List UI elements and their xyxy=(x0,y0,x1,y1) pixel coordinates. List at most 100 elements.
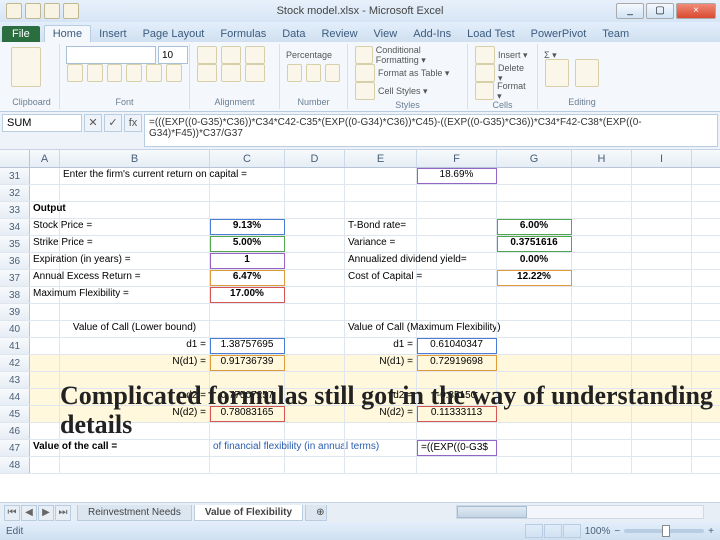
tab-powerpivot[interactable]: PowerPivot xyxy=(523,26,595,42)
col-H[interactable]: H xyxy=(572,150,632,167)
cond-fmt-icon[interactable] xyxy=(355,46,373,64)
redo-icon[interactable] xyxy=(63,3,79,19)
grid[interactable]: 31Enter the firm's current return on cap… xyxy=(0,168,720,474)
delete-cells-icon[interactable] xyxy=(475,64,495,82)
font-name-input[interactable] xyxy=(66,46,156,64)
page-layout-view-button[interactable] xyxy=(544,524,562,538)
tab-data[interactable]: Data xyxy=(274,26,313,42)
horizontal-scrollbar[interactable] xyxy=(440,502,720,522)
cell-A35[interactable]: Strike Price = xyxy=(30,236,60,252)
cell-G36[interactable]: 0.00% xyxy=(497,253,572,269)
row-32[interactable]: 32 xyxy=(0,185,30,201)
cancel-formula-button[interactable]: ✕ xyxy=(84,114,102,132)
cell-C37[interactable]: 6.47% xyxy=(210,270,285,286)
name-box[interactable] xyxy=(2,114,82,132)
cell-E34[interactable]: T-Bond rate= xyxy=(345,219,417,235)
row-41[interactable]: 41 xyxy=(0,338,30,354)
cell-styles-icon[interactable] xyxy=(355,82,375,100)
cell-A33[interactable]: Output xyxy=(30,202,60,218)
zoom-in-button[interactable]: + xyxy=(708,526,714,537)
col-F[interactable]: F xyxy=(417,150,497,167)
row-43[interactable]: 43 xyxy=(0,372,30,388)
cell-C44[interactable]: 0.77507257 xyxy=(210,389,285,405)
tab-view[interactable]: View xyxy=(366,26,406,42)
save-icon[interactable] xyxy=(25,3,41,19)
align-top-icon[interactable] xyxy=(197,46,217,64)
minimize-button[interactable]: _ xyxy=(616,3,644,19)
row-46[interactable]: 46 xyxy=(0,423,30,439)
sheet-prev-button[interactable]: ◀ xyxy=(21,505,37,521)
fill-color-button[interactable] xyxy=(146,64,162,82)
col-B[interactable]: B xyxy=(60,150,210,167)
cell-C47[interactable]: of financial flexibility (in annual term… xyxy=(210,440,285,456)
border-button[interactable] xyxy=(126,64,142,82)
row-48[interactable]: 48 xyxy=(0,457,30,473)
cell-A37[interactable]: Annual Excess Return = xyxy=(30,270,60,286)
cell-E45[interactable]: N(d2) = xyxy=(345,406,417,422)
enter-formula-button[interactable]: ✓ xyxy=(104,114,122,132)
fx-button[interactable]: fx xyxy=(124,114,142,132)
currency-icon[interactable] xyxy=(287,64,302,82)
cell-F45[interactable]: 0.11333113 xyxy=(417,406,497,422)
cell-G35[interactable]: 0.3751616 xyxy=(497,236,572,252)
row-42[interactable]: 42 xyxy=(0,355,30,371)
undo-icon[interactable] xyxy=(44,3,60,19)
cell-G37[interactable]: 12.22% xyxy=(497,270,572,286)
fmt-table-button[interactable]: Format as Table ▾ xyxy=(378,68,449,79)
col-D[interactable]: D xyxy=(285,150,345,167)
tab-load-test[interactable]: Load Test xyxy=(459,26,523,42)
normal-view-button[interactable] xyxy=(525,524,543,538)
insert-cells-button[interactable]: Insert ▾ xyxy=(498,50,528,61)
col-G[interactable]: G xyxy=(497,150,572,167)
cell-E37[interactable]: Cost of Capital = xyxy=(345,270,417,286)
cell-B40[interactable]: Value of Call (Lower bound) xyxy=(60,321,210,337)
cell-F47[interactable]: =((EXP((0-G3$ xyxy=(417,440,497,456)
format-cells-button[interactable]: Format ▾ xyxy=(497,81,531,102)
row-47[interactable]: 47 xyxy=(0,440,30,456)
row-34[interactable]: 34 xyxy=(0,219,30,235)
find-select-button[interactable] xyxy=(575,59,599,87)
cell-A36[interactable]: Expiration (in years) = xyxy=(30,253,60,269)
fmt-table-icon[interactable] xyxy=(355,64,375,82)
maximize-button[interactable]: ▢ xyxy=(646,3,674,19)
row-44[interactable]: 44 xyxy=(0,389,30,405)
cell-E40[interactable]: Value of Call (Maximum Flexibility) xyxy=(345,321,417,337)
cell-C42[interactable]: 0.91736739 xyxy=(210,355,285,371)
align-bottom-icon[interactable] xyxy=(245,46,265,64)
col-I[interactable]: I xyxy=(632,150,692,167)
cell-E35[interactable]: Variance = xyxy=(345,236,417,252)
tab-insert[interactable]: Insert xyxy=(91,26,135,42)
sheet-first-button[interactable]: ⏮ xyxy=(4,505,20,521)
percent-icon[interactable] xyxy=(306,64,321,82)
italic-button[interactable] xyxy=(87,64,103,82)
format-cells-icon[interactable] xyxy=(475,82,494,100)
tab-formulas[interactable]: Formulas xyxy=(212,26,274,42)
comma-icon[interactable] xyxy=(325,64,340,82)
row-33[interactable]: 33 xyxy=(0,202,30,218)
sheet-last-button[interactable]: ⏭ xyxy=(55,505,71,521)
zoom-slider[interactable] xyxy=(624,529,704,533)
cell-B42[interactable]: N(d1) = xyxy=(60,355,210,371)
row-36[interactable]: 36 xyxy=(0,253,30,269)
sort-filter-button[interactable] xyxy=(545,59,569,87)
cell-styles-button[interactable]: Cell Styles ▾ xyxy=(378,86,428,97)
bold-button[interactable] xyxy=(67,64,83,82)
tab-page-layout[interactable]: Page Layout xyxy=(135,26,213,42)
tab-addins[interactable]: Add-Ins xyxy=(405,26,459,42)
cell-B45[interactable]: N(d2) = xyxy=(60,406,210,422)
row-38[interactable]: 38 xyxy=(0,287,30,303)
zoom-out-button[interactable]: − xyxy=(614,526,620,537)
cell-E41[interactable]: d1 = xyxy=(345,338,417,354)
cell-B41[interactable]: d1 = xyxy=(60,338,210,354)
cell-E36[interactable]: Annualized dividend yield= xyxy=(345,253,417,269)
file-tab[interactable]: File xyxy=(2,26,40,42)
tab-review[interactable]: Review xyxy=(313,26,365,42)
new-sheet-button[interactable]: ⊕ xyxy=(305,505,327,521)
scroll-thumb[interactable] xyxy=(457,506,527,518)
cell-F31[interactable]: 18.69% xyxy=(417,168,497,184)
page-break-view-button[interactable] xyxy=(563,524,581,538)
align-right-icon[interactable] xyxy=(245,64,265,82)
col-A[interactable]: A xyxy=(30,150,60,167)
underline-button[interactable] xyxy=(107,64,123,82)
cell-C34[interactable]: 9.13% xyxy=(210,219,285,235)
